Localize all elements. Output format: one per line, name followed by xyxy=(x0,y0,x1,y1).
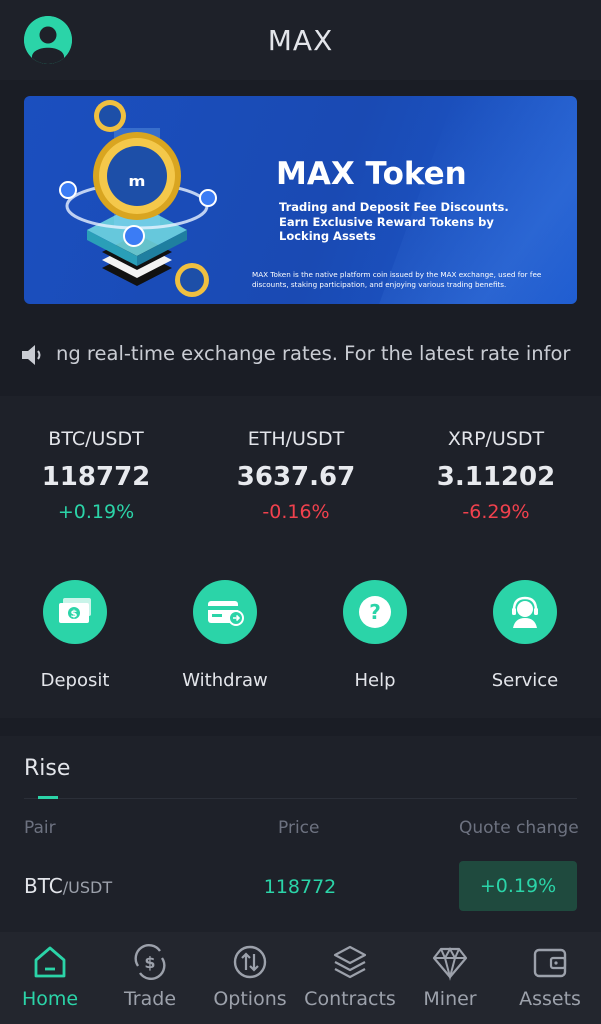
service-label: Service xyxy=(491,670,559,691)
home-icon xyxy=(34,946,66,978)
tab-label: Trade xyxy=(123,988,177,1010)
dollar-cycle-icon: $ xyxy=(134,944,166,980)
tab-trade[interactable]: $ Trade xyxy=(100,942,200,1010)
row-pair: BTC/USDT xyxy=(24,874,112,898)
banner-note: MAX Token is the native platform coin is… xyxy=(252,270,542,289)
ticker-price: 118772 xyxy=(41,462,151,492)
market-overview-panel: BTC/USDT 118772 +0.19% ETH/USDT 3637.67 … xyxy=(0,396,601,718)
row-price: 118772 xyxy=(263,876,337,898)
speaker-icon xyxy=(22,345,41,365)
ticker-change: -6.29% xyxy=(462,501,530,523)
card-icon xyxy=(193,580,257,644)
promo-banner[interactable]: ₘ MAX Token Trading and Deposit Fee Disc… xyxy=(24,96,577,304)
ticker-pair: ETH/USDT xyxy=(247,428,345,450)
tab-options[interactable]: Options xyxy=(200,942,300,1010)
ticker-price: 3637.67 xyxy=(236,462,356,492)
withdraw-button[interactable]: Withdraw xyxy=(165,580,285,691)
ticker-change: -0.16% xyxy=(262,501,330,523)
svg-text:ₘ: ₘ xyxy=(128,163,145,193)
tab-label: Home xyxy=(21,988,79,1010)
deposit-label: Deposit xyxy=(40,670,110,691)
svg-text:$: $ xyxy=(71,609,78,620)
help-button[interactable]: ? Help xyxy=(315,580,435,691)
bottom-nav: Home $ Trade Options Contracts Miner Ass… xyxy=(0,932,601,1024)
banner-subtitle: Trading and Deposit Fee Discounts. Earn … xyxy=(279,200,509,243)
cash-icon: $ xyxy=(43,580,107,644)
swap-arrows-icon xyxy=(233,945,267,979)
ticker-change: +0.19% xyxy=(57,501,135,523)
rise-panel: Rise Pair Price Quote change BTC/USDT 11… xyxy=(0,736,601,932)
diamond-icon xyxy=(432,946,468,981)
tab-label: Assets xyxy=(519,988,581,1010)
avatar-icon[interactable] xyxy=(24,16,72,64)
ticker-row: BTC/USDT 118772 +0.19% ETH/USDT 3637.67 … xyxy=(0,424,601,534)
tab-rise[interactable]: Rise xyxy=(24,756,70,781)
ticker-xrp[interactable]: XRP/USDT 3.11202 -6.29% xyxy=(396,424,596,526)
column-header-price: Price xyxy=(278,818,320,838)
divider xyxy=(24,798,577,799)
announcement-text: ng real-time exchange rates. For the lat… xyxy=(56,342,571,365)
tab-assets[interactable]: Assets xyxy=(500,942,600,1010)
page-title: MAX xyxy=(267,23,334,57)
announcement-marquee[interactable]: ng real-time exchange rates. For the lat… xyxy=(0,330,601,380)
ticker-price: 3.11202 xyxy=(436,462,556,492)
headset-icon xyxy=(493,580,557,644)
svg-text:?: ? xyxy=(369,600,381,624)
tab-contracts[interactable]: Contracts xyxy=(300,942,400,1010)
wallet-icon xyxy=(533,948,567,978)
tab-label: Options xyxy=(213,988,287,1010)
banner-headline: MAX Token xyxy=(276,156,467,192)
active-tab-indicator xyxy=(38,796,58,799)
tab-miner[interactable]: Miner xyxy=(400,942,500,1010)
ticker-btc[interactable]: BTC/USDT 118772 +0.19% xyxy=(0,424,196,526)
help-label: Help xyxy=(354,670,396,691)
ticker-pair: XRP/USDT xyxy=(447,428,545,450)
row-base: BTC xyxy=(24,874,63,898)
column-header-pair: Pair xyxy=(24,818,56,838)
banner-section: ₘ MAX Token Trading and Deposit Fee Disc… xyxy=(0,80,601,388)
row-quote: /USDT xyxy=(62,878,113,897)
top-bar: MAX xyxy=(0,0,601,80)
quick-actions: $ Deposit Withdraw ? Help Service xyxy=(0,580,601,700)
layers-icon xyxy=(333,945,367,979)
ticker-pair: BTC/USDT xyxy=(48,428,144,450)
column-header-change: Quote change xyxy=(459,818,579,838)
tab-label: Contracts xyxy=(304,988,396,1010)
tab-label: Miner xyxy=(423,988,477,1010)
withdraw-label: Withdraw xyxy=(182,670,268,691)
row-change-badge: +0.19% xyxy=(459,861,577,911)
service-button[interactable]: Service xyxy=(465,580,585,691)
ticker-eth[interactable]: ETH/USDT 3637.67 -0.16% xyxy=(196,424,396,526)
question-icon: ? xyxy=(343,580,407,644)
tab-home[interactable]: Home xyxy=(0,942,100,1010)
token-illustration-icon: ₘ xyxy=(59,100,217,297)
svg-text:$: $ xyxy=(144,953,155,972)
deposit-button[interactable]: $ Deposit xyxy=(15,580,135,691)
